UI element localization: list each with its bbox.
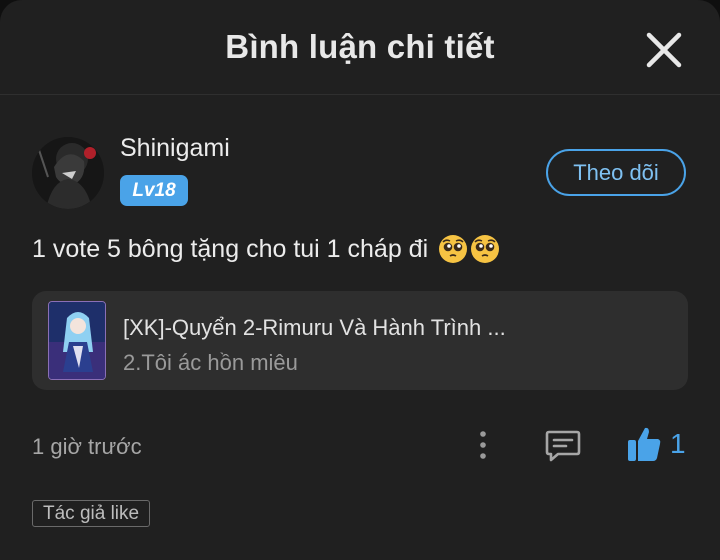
novel-cover (48, 301, 106, 380)
header: Bình luận chi tiết (0, 0, 720, 95)
close-icon[interactable] (644, 30, 684, 70)
more-options-icon[interactable] (471, 428, 495, 462)
follow-button[interactable]: Theo dõi (546, 149, 686, 196)
comment-detail-sheet: Bình luận chi tiết Shinigami Lv18 Theo d… (0, 0, 720, 560)
novel-title: [XK]-Quyển 2-Rimuru Và Hành Trình ... (123, 315, 506, 340)
author-like-tag: Tác giả like (32, 500, 151, 527)
avatar-image (32, 137, 104, 209)
avatar[interactable] (32, 137, 104, 209)
novel-chapter: 2.Tôi ác hồn miêu (123, 350, 298, 375)
level-badge: Lv18 (120, 175, 188, 206)
comment-text: 1 vote 5 bông tặng cho tui 1 cháp đi (32, 234, 429, 263)
comment-time: 1 giờ trước (32, 434, 142, 459)
comment-text-row: 1 vote 5 bông tặng cho tui 1 cháp đi (32, 234, 500, 264)
pleading-face-icon (471, 235, 500, 263)
emoji-group (438, 234, 500, 264)
like-count: 1 (670, 428, 686, 459)
pleading-face-icon (439, 235, 468, 263)
reply-icon[interactable] (544, 428, 582, 462)
novel-cover-image (49, 302, 105, 379)
page-title: Bình luận chi tiết (225, 28, 495, 65)
username[interactable]: Shinigami (120, 134, 230, 163)
thumbs-up-icon[interactable] (626, 425, 662, 463)
novel-card[interactable]: [XK]-Quyển 2-Rimuru Và Hành Trình ... 2.… (32, 291, 688, 390)
